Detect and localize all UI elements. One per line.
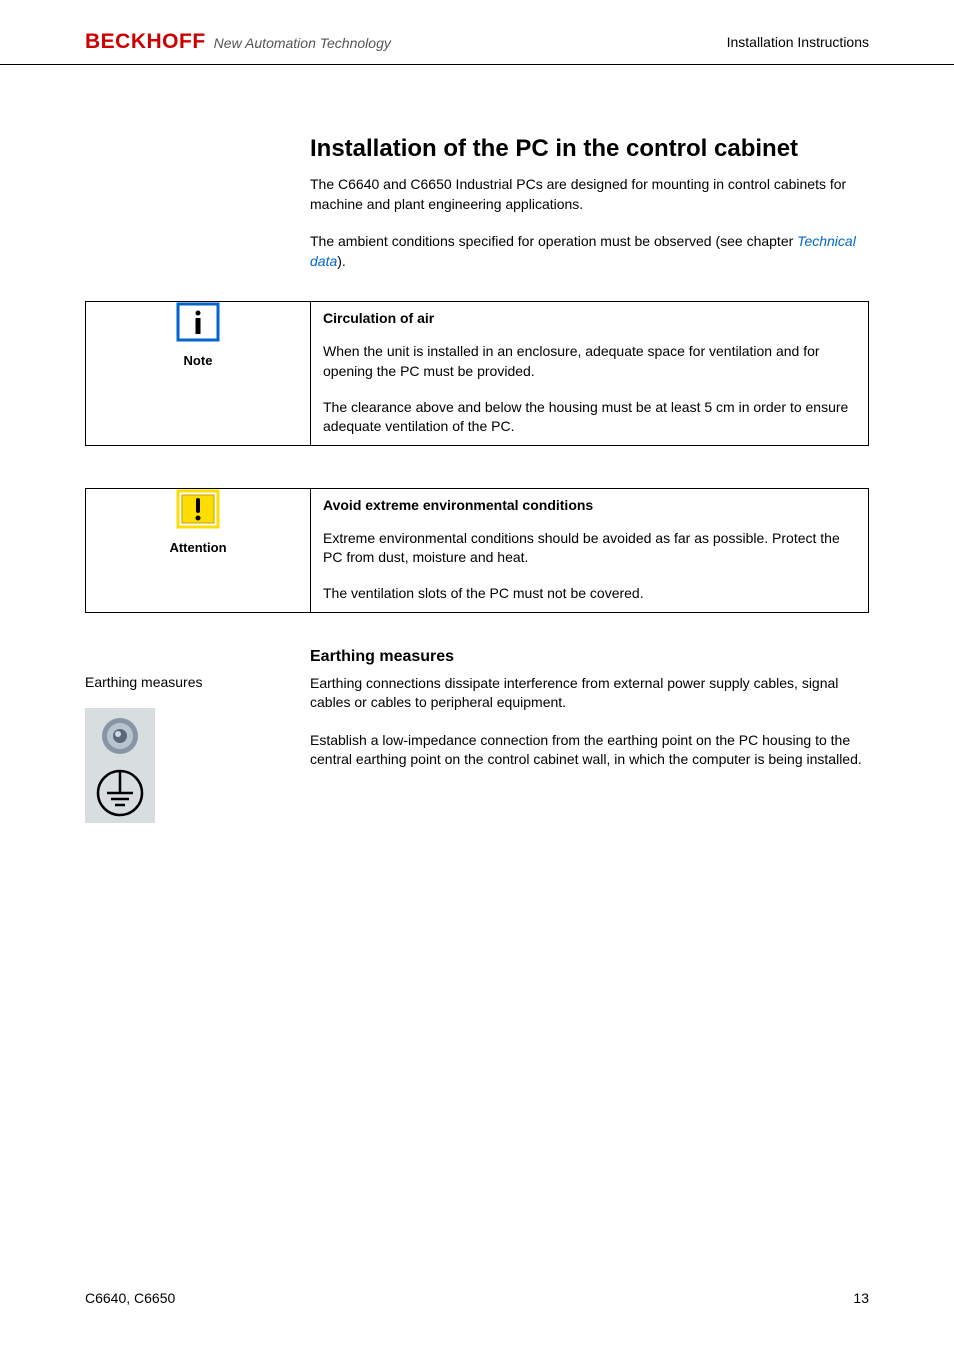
note-title: Circulation of air [311, 302, 868, 334]
logo: BECKHOFF New Automation Technology [85, 30, 391, 54]
logo-tagline: New Automation Technology [214, 35, 391, 51]
intro2-prefix: The ambient conditions specified for ope… [310, 233, 797, 249]
info-icon [176, 302, 220, 347]
page-header: BECKHOFF New Automation Technology Insta… [0, 0, 954, 65]
intro-paragraph-2: The ambient conditions specified for ope… [310, 232, 869, 271]
earthing-heading: Earthing measures [310, 648, 869, 666]
footer-left: C6640, C6650 [85, 1290, 175, 1306]
earthing-para-1: Earthing connections dissipate interfere… [310, 674, 869, 713]
logo-main: BECKHOFF [85, 30, 206, 54]
intro-paragraph-1: The C6640 and C6650 Industrial PCs are d… [310, 175, 869, 214]
note-label: Note [86, 353, 310, 368]
attention-callout: Attention Avoid extreme environmental co… [85, 488, 869, 613]
page-title: Installation of the PC in the control ca… [310, 135, 869, 163]
earthing-side-label-wrap: Earthing measures [85, 674, 310, 826]
note-body-1: When the unit is installed in an enclosu… [311, 334, 868, 389]
footer-page-number: 13 [853, 1290, 869, 1306]
earthing-symbol-image [85, 708, 155, 826]
attention-body-1: Extreme environmental conditions should … [311, 521, 868, 576]
earthing-section: Earthing measures Ea [85, 674, 869, 826]
page-footer: C6640, C6650 13 [85, 1290, 869, 1306]
earthing-side-label: Earthing measures [85, 674, 203, 690]
attention-title: Avoid extreme environmental conditions [311, 489, 868, 521]
note-body-2: The clearance above and below the housin… [311, 390, 868, 445]
page-content: Installation of the PC in the control ca… [0, 135, 954, 826]
attention-icon [176, 489, 220, 534]
attention-label: Attention [86, 540, 310, 555]
note-callout: Note Circulation of air When the unit is… [85, 301, 869, 445]
earthing-body: Earthing connections dissipate interfere… [310, 674, 869, 826]
header-section-title: Installation Instructions [727, 34, 869, 50]
earthing-para-2: Establish a low-impedance connection fro… [310, 731, 869, 770]
intro2-suffix: ). [337, 253, 346, 269]
attention-body-2: The ventilation slots of the PC must not… [311, 576, 868, 612]
